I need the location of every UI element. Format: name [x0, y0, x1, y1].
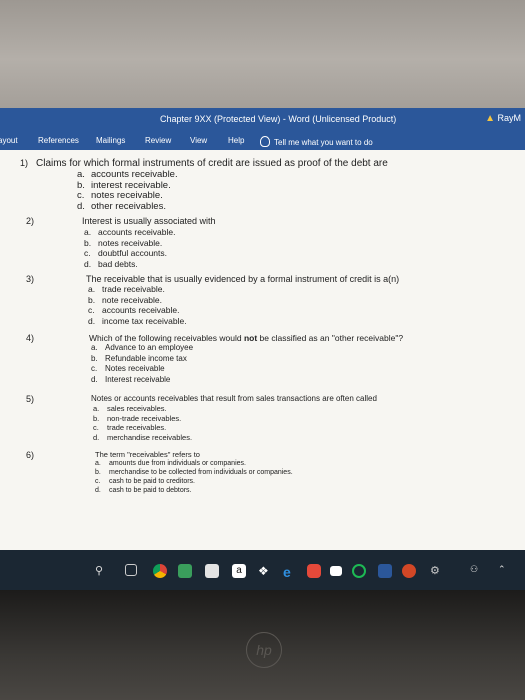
question-text: The term "receivables" refers to	[95, 450, 200, 459]
amazon-icon[interactable]: a	[232, 564, 246, 578]
question-number: 3)	[25, 274, 34, 284]
option-c: c. accounts receivable.	[88, 305, 180, 315]
user-account[interactable]: ▲ RayM	[485, 113, 521, 124]
options-list: a. trade receivable. b. note receivable. c…	[88, 284, 187, 326]
lightbulb-icon	[260, 136, 270, 147]
tell-me-label: Tell me what you want to do	[274, 138, 373, 147]
options-list: a. sales receivables. b. non-trade receiva…	[93, 404, 192, 442]
app-icon[interactable]	[307, 564, 321, 578]
word-icon[interactable]	[378, 564, 392, 578]
option-b: b. Refundable income tax	[91, 353, 187, 363]
question-number: 4)	[25, 333, 34, 343]
chrome-icon[interactable]	[153, 564, 167, 578]
question-text: The receivable that is usually evidenced…	[86, 274, 400, 284]
tab-layout[interactable]: ayout	[0, 136, 18, 145]
warning-icon: ▲	[485, 113, 495, 124]
option-c: c. trade receivables.	[93, 423, 167, 432]
tab-help[interactable]: Help	[228, 136, 244, 145]
pin-icon[interactable]: ⚲	[95, 564, 109, 578]
ribbon-tabs: ayout References Mailings Review View He…	[0, 130, 525, 150]
people-icon[interactable]: ⚇	[470, 564, 484, 578]
option-c: c. Notes receivable	[91, 364, 165, 373]
question-text: Interest is usually associated with	[82, 216, 216, 226]
up-arrow-icon[interactable]: ⌃	[498, 564, 512, 578]
settings-icon[interactable]: ⚙	[430, 564, 444, 578]
user-name: RayM	[497, 113, 521, 123]
question-text: Claims for which formal instruments of c…	[36, 158, 388, 169]
question-number: 1)	[19, 158, 28, 168]
edge-icon[interactable]: e	[283, 564, 297, 580]
question-number: 2)	[25, 216, 34, 226]
option-b: b. non-trade receivables.	[93, 413, 182, 423]
tab-review[interactable]: Review	[145, 136, 171, 145]
option-a: a. Advance to an employee	[91, 343, 194, 352]
task-view-icon[interactable]	[125, 564, 137, 576]
powerpoint-icon[interactable]	[402, 564, 416, 578]
window-title: Chapter 9XX (Protected View) - Word (Unl…	[160, 114, 397, 124]
title-bar: Chapter 9XX (Protected View) - Word (Unl…	[0, 108, 525, 130]
photos-icon[interactable]	[178, 564, 192, 578]
option-d: d. Interest receivable	[91, 374, 171, 384]
document-page: 1) Claims for which formal instruments o…	[0, 150, 525, 550]
options-list: a. amounts due from individuals or compan…	[95, 459, 293, 495]
option-a: a. accounts receivable.	[84, 227, 176, 237]
spotify-icon[interactable]	[352, 564, 366, 578]
taskbar: ⚲ a ❖ e ⚙ ⚇ ⌃	[0, 550, 525, 590]
option-a: a. sales receivables.	[93, 404, 167, 413]
options-list: a. accounts receivable. b. notes receivabl…	[84, 227, 176, 269]
photo-background-top	[0, 0, 525, 108]
option-b: b. note receivable.	[88, 294, 163, 305]
emphasis-not: not	[243, 333, 258, 343]
option-a: a. trade receivable.	[88, 284, 165, 294]
option-a: a. amounts due from individuals or compan…	[95, 460, 246, 467]
dropbox-icon[interactable]: ❖	[258, 564, 272, 578]
laptop-screen: Chapter 9XX (Protected View) - Word (Unl…	[0, 108, 525, 590]
question-number: 5)	[25, 394, 34, 404]
option-d: d. merchandise receivables.	[93, 432, 193, 442]
question-number: 6)	[25, 450, 34, 460]
tell-me-search[interactable]: Tell me what you want to do	[260, 136, 373, 147]
option-d: d. cash to be paid to debtors.	[95, 487, 192, 494]
option-b: b. notes receivable.	[84, 237, 163, 248]
options-list: a. accounts receivable. b. interest receiv…	[77, 169, 178, 212]
tab-view[interactable]: View	[190, 136, 207, 145]
question-text: Notes or accounts receivables that resul…	[91, 394, 377, 403]
options-list: a. Advance to an employee b. Refundable in…	[91, 343, 193, 385]
option-c: c. doubtful accounts.	[84, 248, 167, 258]
tab-references[interactable]: References	[38, 136, 79, 145]
option-c: c. cash to be paid to creditors.	[95, 478, 195, 485]
tab-mailings[interactable]: Mailings	[96, 136, 125, 145]
hp-logo-icon: hp	[246, 632, 282, 668]
option-d: d. income tax receivable.	[88, 315, 187, 326]
option-b: b. merchandise to be collected from indiv…	[95, 469, 293, 476]
store-icon[interactable]	[205, 564, 219, 578]
option-d: d. bad debts.	[84, 258, 138, 269]
mail-icon[interactable]	[330, 566, 342, 576]
question-text: Which of the following receivables would…	[89, 333, 404, 343]
laptop-bezel: hp	[0, 590, 525, 700]
option-d: d. other receivables.	[77, 200, 166, 212]
